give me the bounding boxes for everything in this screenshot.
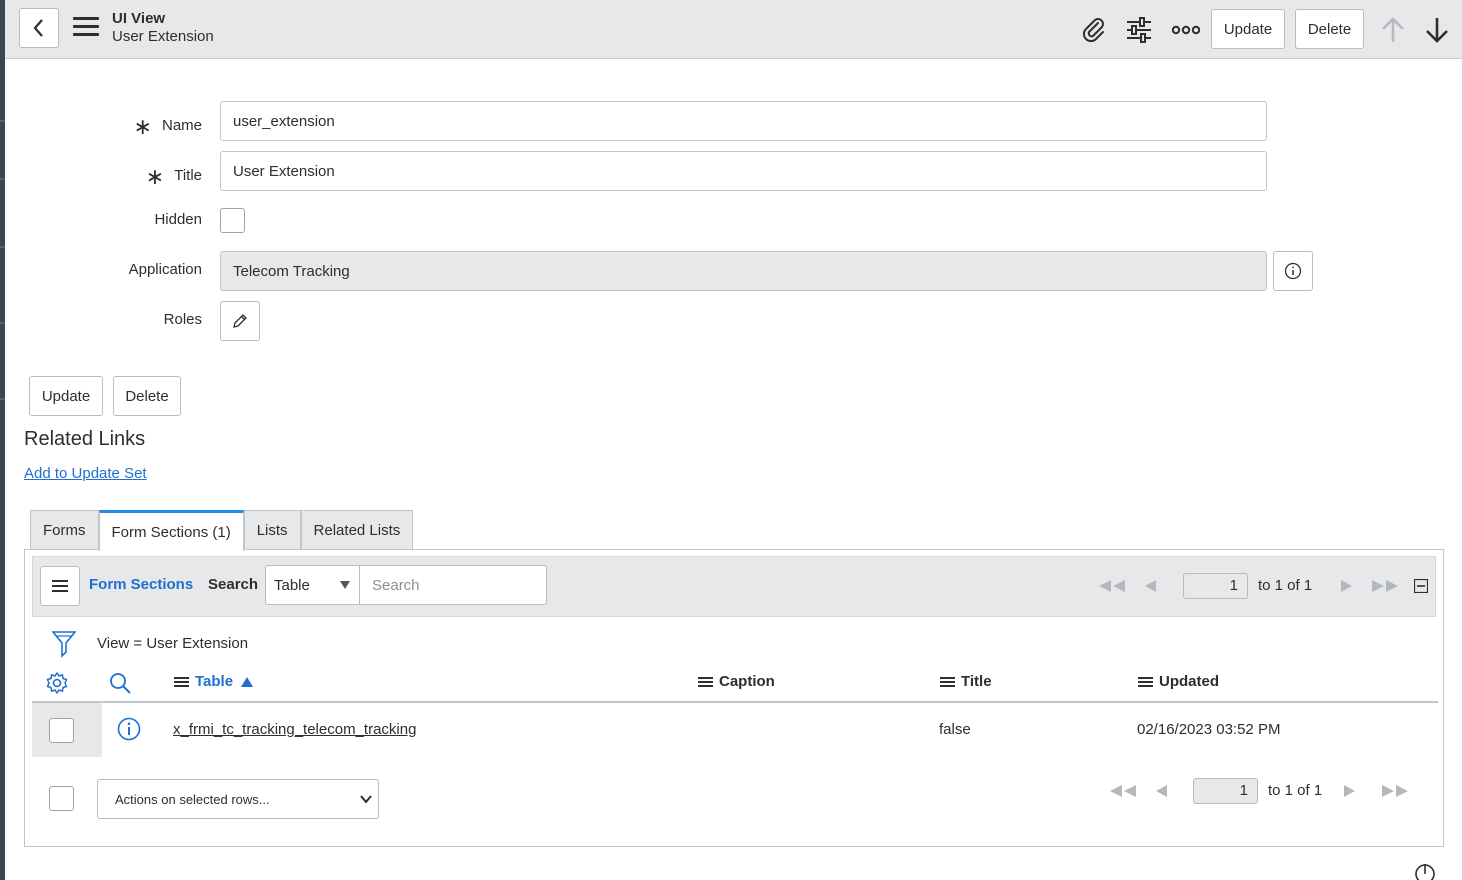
header-delete-button[interactable]: Delete: [1295, 9, 1364, 49]
filter-breadcrumb[interactable]: View = User Extension: [97, 635, 248, 652]
form-sections-panel: Form Sections Search Table Search 1 to 1…: [24, 549, 1444, 847]
page-range-text: to 1 of 1: [1258, 577, 1313, 594]
personalize-sliders-icon[interactable]: [1124, 16, 1154, 44]
column-header-table[interactable]: Table: [174, 673, 254, 690]
name-field-value: user_extension: [233, 112, 335, 130]
footer-next-page-icon[interactable]: [1341, 783, 1357, 799]
footer-previous-page-icon[interactable]: [1154, 783, 1170, 799]
page-number-input[interactable]: 1: [1183, 573, 1248, 599]
column-header-caption-label: Caption: [719, 673, 775, 690]
header-subtitle: User Extension: [112, 28, 214, 45]
form-delete-button[interactable]: Delete: [113, 376, 181, 416]
add-to-update-set-link[interactable]: Add to Update Set: [24, 465, 147, 482]
application-label: Application: [128, 261, 202, 278]
application-field-value: Telecom Tracking: [233, 262, 350, 280]
name-label-wrap: ∗ Name: [2, 110, 202, 139]
column-menu-icon: [174, 675, 189, 689]
list-title[interactable]: Form Sections: [89, 576, 193, 593]
form-context-menu-icon[interactable]: [73, 17, 99, 39]
column-menu-icon: [1138, 675, 1153, 689]
search-input[interactable]: Search: [359, 565, 547, 605]
column-header-updated-label: Updated: [1159, 673, 1219, 690]
form-update-button[interactable]: Update: [29, 376, 103, 416]
previous-record-arrow-icon[interactable]: [1379, 14, 1407, 46]
column-header-title-label: Title: [961, 673, 992, 690]
filter-funnel-icon[interactable]: [51, 630, 77, 658]
hamburger-icon: [52, 580, 68, 592]
search-label: Search: [208, 576, 259, 593]
column-header-table-label: Table: [195, 673, 234, 690]
row-select-cell: [32, 703, 102, 757]
back-button[interactable]: [19, 8, 59, 48]
tab-related-lists[interactable]: Related Lists: [300, 510, 414, 550]
footer-last-page-icon[interactable]: [1379, 783, 1411, 799]
column-header-updated[interactable]: Updated: [1138, 673, 1219, 690]
pencil-icon: [233, 314, 247, 328]
footer-page-number-input[interactable]: 1: [1193, 778, 1258, 804]
column-menu-icon: [940, 675, 955, 689]
title-label: Title: [174, 167, 202, 184]
tab-form-sections[interactable]: Form Sections (1): [98, 510, 244, 551]
dropdown-arrow-icon: [340, 581, 350, 589]
next-record-arrow-icon[interactable]: [1423, 14, 1451, 46]
footer-page-range-text: to 1 of 1: [1268, 782, 1323, 799]
timer-icon[interactable]: [1413, 862, 1437, 880]
actions-select-value: Actions on selected rows...: [115, 791, 270, 807]
more-options-icon[interactable]: [1171, 16, 1201, 44]
row-title: false: [939, 721, 971, 738]
related-links-title: Related Links: [24, 428, 146, 450]
next-page-icon[interactable]: [1338, 578, 1354, 594]
column-header-caption[interactable]: Caption: [698, 673, 775, 690]
select-all-checkbox[interactable]: [49, 786, 74, 811]
collapse-list-icon[interactable]: [1413, 578, 1429, 594]
column-header-title[interactable]: Title: [940, 673, 992, 690]
search-icon[interactable]: [107, 670, 133, 696]
search-field-select[interactable]: Table: [265, 565, 360, 605]
footer-first-page-icon[interactable]: [1107, 783, 1139, 799]
required-asterisk-icon: ∗: [145, 164, 165, 189]
application-info-button[interactable]: [1273, 251, 1313, 291]
tab-lists[interactable]: Lists: [243, 510, 301, 550]
name-field[interactable]: user_extension: [220, 101, 1267, 141]
actions-on-selected-select[interactable]: Actions on selected rows...: [97, 779, 379, 819]
gear-icon[interactable]: [44, 670, 70, 696]
header-update-button[interactable]: Update: [1211, 9, 1285, 49]
list-column-headers: Table Caption Title Updated: [32, 667, 1438, 703]
title-label-wrap: ∗ Title: [2, 160, 202, 189]
tab-forms[interactable]: Forms: [30, 510, 99, 550]
application-field: Telecom Tracking: [220, 251, 1267, 291]
row-updated: 02/16/2023 03:52 PM: [1137, 721, 1281, 738]
search-field-value: Table: [274, 576, 310, 594]
form-header: UI View User Extension Update Delete: [5, 0, 1462, 59]
row-checkbox[interactable]: [49, 718, 74, 743]
previous-page-icon[interactable]: [1143, 578, 1159, 594]
chevron-down-icon: [360, 795, 372, 804]
paperclip-icon[interactable]: [1079, 16, 1109, 44]
header-titles: UI View User Extension: [112, 10, 214, 46]
name-label: Name: [161, 117, 202, 134]
table-row: x_frmi_tc_tracking_telecom_tracking fals…: [32, 703, 1438, 757]
last-page-icon[interactable]: [1369, 578, 1401, 594]
column-menu-icon: [698, 675, 713, 689]
sort-ascending-icon: [241, 676, 254, 687]
roles-edit-button[interactable]: [220, 301, 260, 341]
info-circle-icon: [1284, 262, 1302, 280]
first-page-icon[interactable]: [1096, 578, 1128, 594]
related-list-tabs: Forms Form Sections (1) Lists Related Li…: [30, 510, 414, 551]
search-placeholder: Search: [372, 576, 420, 594]
roles-label: Roles: [163, 311, 202, 328]
list-context-menu-button[interactable]: [40, 566, 80, 606]
row-table-link[interactable]: x_frmi_tc_tracking_telecom_tracking: [173, 721, 416, 738]
chevron-left-icon: [33, 19, 43, 37]
title-field-value: User Extension: [233, 162, 335, 180]
title-field[interactable]: User Extension: [220, 151, 1267, 191]
hidden-checkbox[interactable]: [220, 208, 245, 233]
header-title: UI View: [112, 10, 166, 27]
hidden-label: Hidden: [154, 211, 202, 228]
required-asterisk-icon: ∗: [133, 114, 152, 139]
row-info-icon[interactable]: [116, 716, 142, 742]
list-header-bar: Form Sections Search Table Search 1 to 1…: [32, 556, 1436, 617]
